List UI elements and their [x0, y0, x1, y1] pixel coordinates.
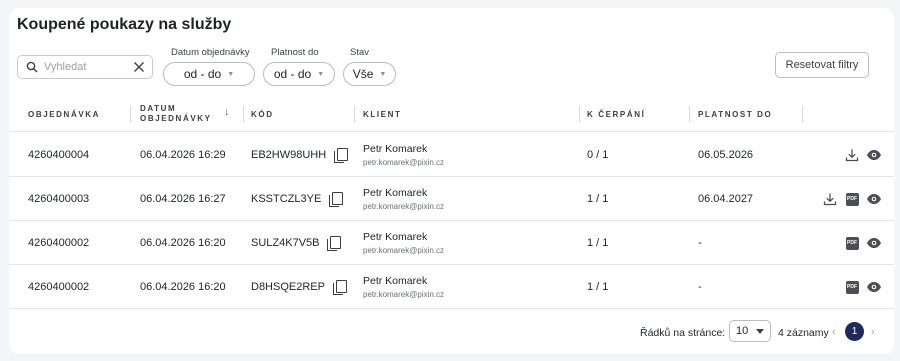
- order-number: 4260400002: [28, 237, 90, 249]
- column-header-client[interactable]: KLIENT: [363, 96, 402, 132]
- download-icon[interactable]: [822, 191, 838, 207]
- column-divider: [802, 106, 803, 122]
- column-header-valid-until[interactable]: PLATNOST DO: [698, 96, 772, 132]
- pdf-icon[interactable]: PDF: [844, 235, 860, 251]
- page-button-current[interactable]: 1: [845, 322, 864, 341]
- eye-icon[interactable]: [866, 279, 882, 295]
- usage-count: 1 / 1: [587, 237, 609, 249]
- valid-until: 06.05.2026: [698, 149, 754, 161]
- rows-per-page-value: 10: [736, 325, 749, 337]
- column-divider: [130, 106, 131, 122]
- client-email: petr.komarek@pixin.cz: [363, 202, 445, 211]
- column-header-order-date-line1: DATUM: [140, 104, 177, 113]
- voucher-code: D8HSQE2REP: [251, 281, 325, 293]
- order-number: 4260400004: [28, 149, 90, 161]
- table-header: OBJEDNÁVKA DATUM OBJEDNÁVKY ↓ KÓD KLIENT…: [9, 96, 894, 132]
- column-divider: [243, 106, 244, 122]
- eye-icon[interactable]: [866, 147, 882, 163]
- rows-per-page-label: Řádků na stránce:: [640, 327, 726, 339]
- copy-icon[interactable]: [332, 279, 347, 295]
- copy-icon[interactable]: [329, 191, 344, 207]
- table-row: 4260400002 06.04.2026 16:20 D8HSQE2REP Petr…: [9, 265, 894, 309]
- column-header-order-date-line2: OBJEDNÁVKY: [140, 114, 212, 123]
- search-icon: [26, 61, 38, 73]
- page-title: Koupené poukazy na služby: [17, 16, 232, 33]
- status-filter[interactable]: Vše ▼: [343, 62, 396, 86]
- usage-count: 1 / 1: [587, 193, 609, 205]
- validity-filter-label: Platnost do: [271, 47, 319, 58]
- status-filter-label: Stav: [350, 47, 370, 58]
- usage-count: 1 / 1: [587, 281, 609, 293]
- validity-filter-value: od - do: [273, 67, 312, 81]
- download-icon[interactable]: [844, 147, 860, 163]
- valid-until: -: [698, 281, 702, 293]
- record-count: 4 záznamy: [778, 327, 829, 339]
- order-date: 06.04.2026 16:29: [140, 149, 226, 161]
- usage-count: 0 / 1: [587, 149, 609, 161]
- column-header-order[interactable]: OBJEDNÁVKA: [28, 96, 100, 132]
- client-name: Petr Komarek: [363, 275, 428, 287]
- valid-until: 06.04.2027: [698, 193, 754, 205]
- chevron-down-icon: ▼: [317, 70, 325, 78]
- arrow-down-icon[interactable]: ↓: [224, 106, 230, 118]
- client-name: Petr Komarek: [363, 143, 428, 155]
- row-actions: PDF: [844, 265, 882, 309]
- chevron-down-icon: ▼: [379, 70, 387, 78]
- reset-filters-button[interactable]: Resetovat filtry: [775, 52, 869, 78]
- copy-icon[interactable]: [334, 147, 349, 163]
- client-email: petr.komarek@pixin.cz: [363, 158, 445, 167]
- table-row: 4260400004 06.04.2026 16:29 EB2HW98UHH Petr…: [9, 133, 894, 177]
- rows-per-page-select[interactable]: 10: [729, 320, 771, 342]
- validity-filter[interactable]: od - do ▼: [263, 62, 335, 86]
- order-date-filter[interactable]: od - do ▼: [163, 62, 255, 86]
- chevron-down-icon: [756, 329, 764, 334]
- order-date: 06.04.2026 16:20: [140, 281, 226, 293]
- pdf-icon[interactable]: PDF: [844, 279, 860, 295]
- column-header-usage[interactable]: K ČERPÁNÍ: [587, 96, 645, 132]
- voucher-code: KSSTCZL3YE: [251, 193, 322, 205]
- column-divider: [354, 106, 355, 122]
- table-row: 4260400003 06.04.2026 16:27 KSSTCZL3YE Petr…: [9, 177, 894, 221]
- row-actions: PDF: [822, 177, 882, 221]
- order-date: 06.04.2026 16:20: [140, 237, 226, 249]
- row-actions: PDF: [844, 221, 882, 265]
- eye-icon[interactable]: [866, 191, 882, 207]
- eye-icon[interactable]: [866, 235, 882, 251]
- order-date-filter-value: od - do: [183, 67, 222, 81]
- copy-icon[interactable]: [327, 235, 342, 251]
- search-input[interactable]: Vyhledat: [17, 55, 153, 79]
- voucher-code: EB2HW98UHH: [251, 149, 327, 161]
- client-name: Petr Komarek: [363, 187, 428, 199]
- client-email: petr.komarek@pixin.cz: [363, 246, 445, 255]
- column-divider: [689, 106, 690, 122]
- valid-until: -: [698, 237, 702, 249]
- status-filter-value: Vše: [352, 67, 374, 81]
- client-email: petr.komarek@pixin.cz: [363, 290, 445, 299]
- pdf-icon[interactable]: PDF: [844, 191, 860, 207]
- chevron-left-icon[interactable]: ‹: [832, 326, 836, 338]
- table-row: 4260400002 06.04.2026 16:20 SULZ4K7V5B Petr…: [9, 221, 894, 265]
- chevron-right-icon[interactable]: ›: [871, 326, 875, 338]
- order-date: 06.04.2026 16:27: [140, 193, 226, 205]
- chevron-down-icon: ▼: [227, 70, 235, 78]
- search-placeholder: Vyhledat: [44, 61, 87, 73]
- column-divider: [579, 106, 580, 122]
- order-date-filter-label: Datum objednávky: [171, 47, 250, 58]
- voucher-code: SULZ4K7V5B: [251, 237, 320, 249]
- row-actions: [844, 133, 882, 177]
- close-icon[interactable]: [133, 61, 145, 73]
- column-header-order-date[interactable]: DATUM OBJEDNÁVKY: [140, 96, 212, 132]
- client-name: Petr Komarek: [363, 231, 428, 243]
- order-number: 4260400002: [28, 281, 90, 293]
- column-header-code[interactable]: KÓD: [251, 96, 274, 132]
- order-number: 4260400003: [28, 193, 90, 205]
